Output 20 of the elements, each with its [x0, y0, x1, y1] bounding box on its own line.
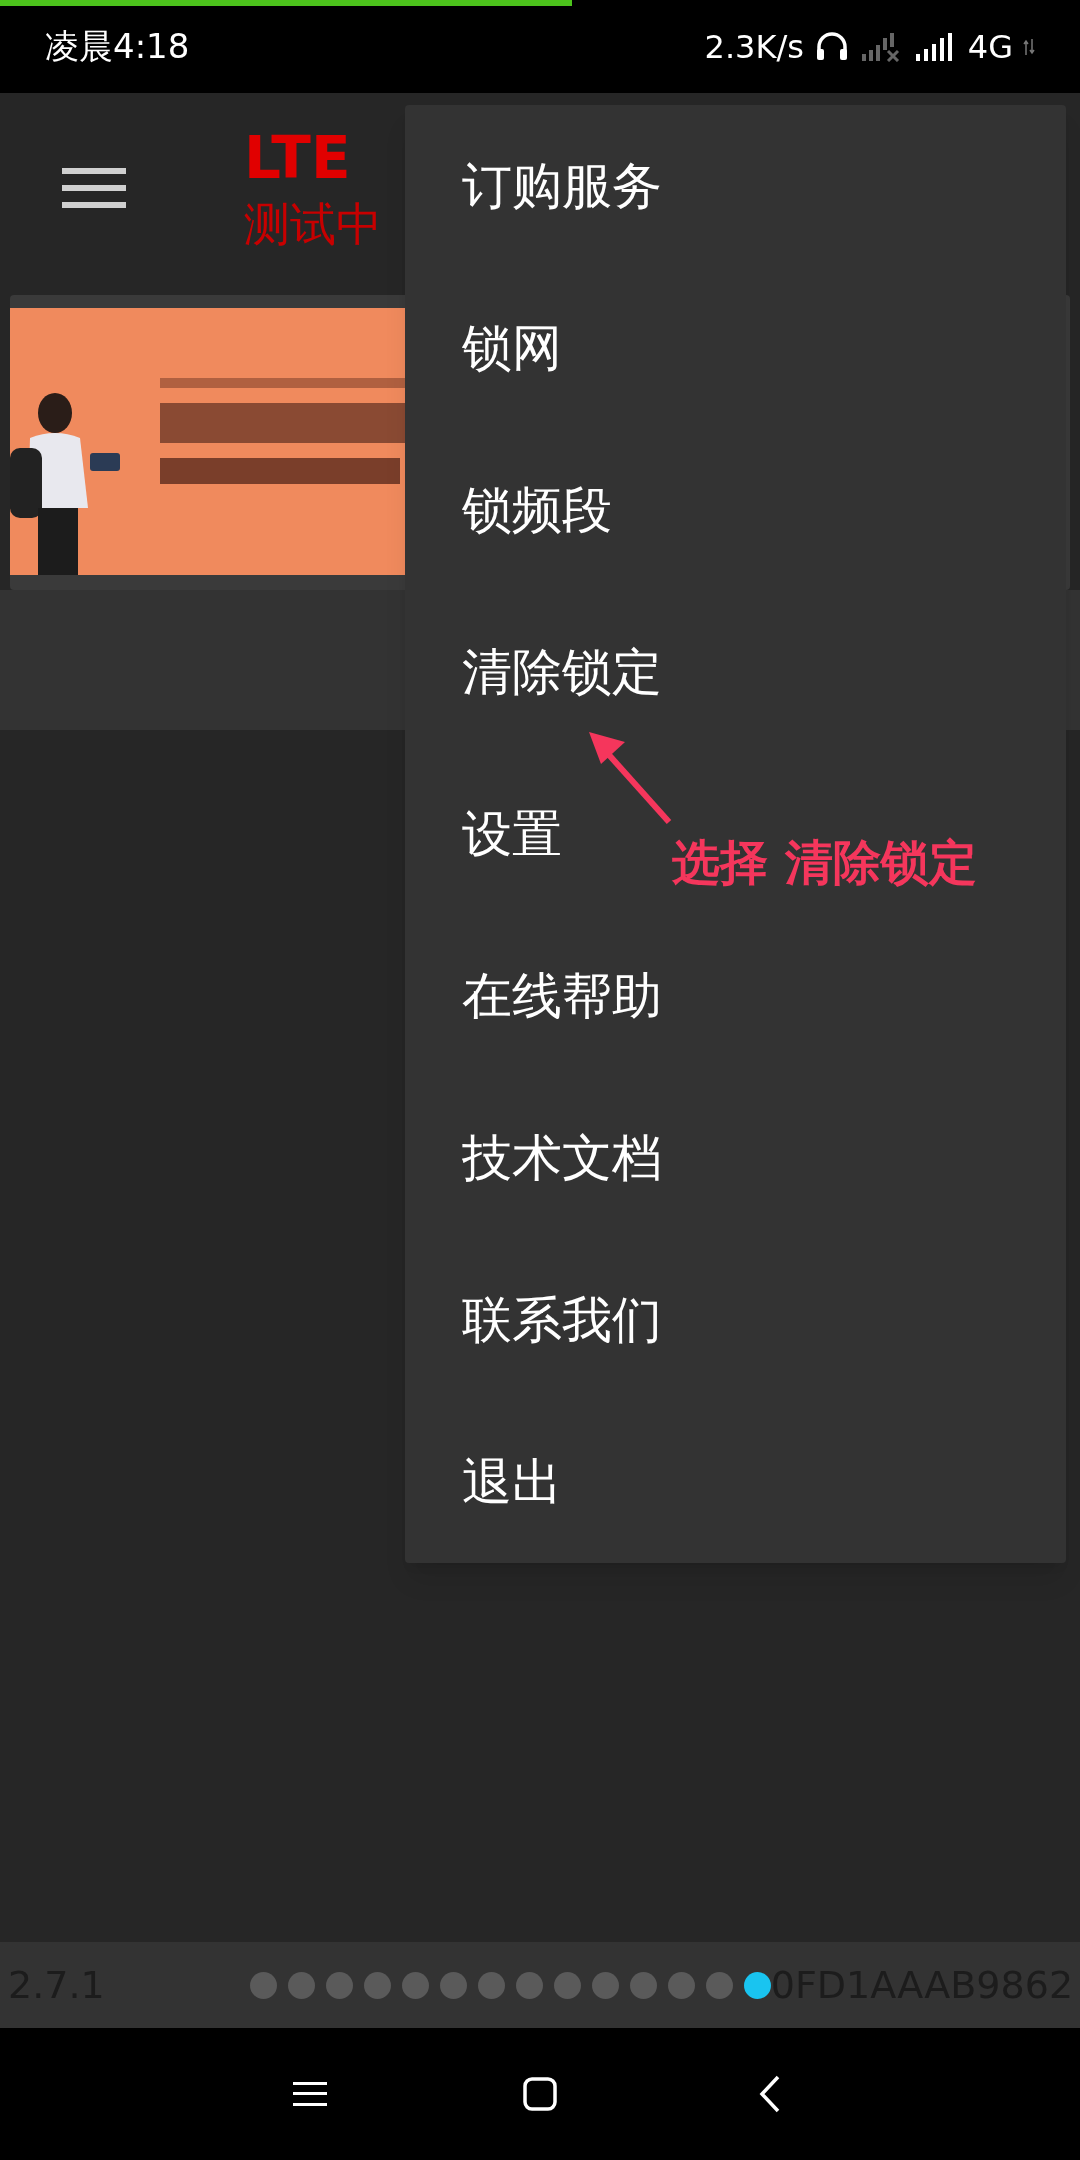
data-arrows-icon: [1023, 37, 1035, 56]
network-type: 4G: [967, 26, 1013, 68]
menu-icon: [62, 166, 126, 210]
menu-item[interactable]: 技术文档: [462, 1077, 662, 1239]
back-icon: [759, 2075, 781, 2113]
app-title: LTE: [244, 129, 352, 187]
annotation-text: 选择 清除锁定: [672, 833, 977, 892]
menu-item[interactable]: 清除锁定: [462, 591, 662, 753]
network-speed: 2.3K/s: [704, 26, 804, 68]
menu-item[interactable]: 退出: [462, 1401, 562, 1563]
menu-item[interactable]: 联系我们: [462, 1239, 662, 1401]
clock: 凌晨4:18: [45, 25, 190, 68]
menu-item[interactable]: 锁频段: [462, 429, 612, 591]
menu-item[interactable]: 锁网: [462, 267, 562, 429]
menu-item[interactable]: 设置: [462, 753, 562, 915]
menu-icon: [293, 2081, 327, 2107]
app-subtitle: 测试中: [244, 201, 382, 247]
square-icon: [523, 2077, 557, 2111]
menu-item[interactable]: 订购服务: [462, 105, 662, 267]
menu-item[interactable]: 在线帮助: [462, 915, 662, 1077]
